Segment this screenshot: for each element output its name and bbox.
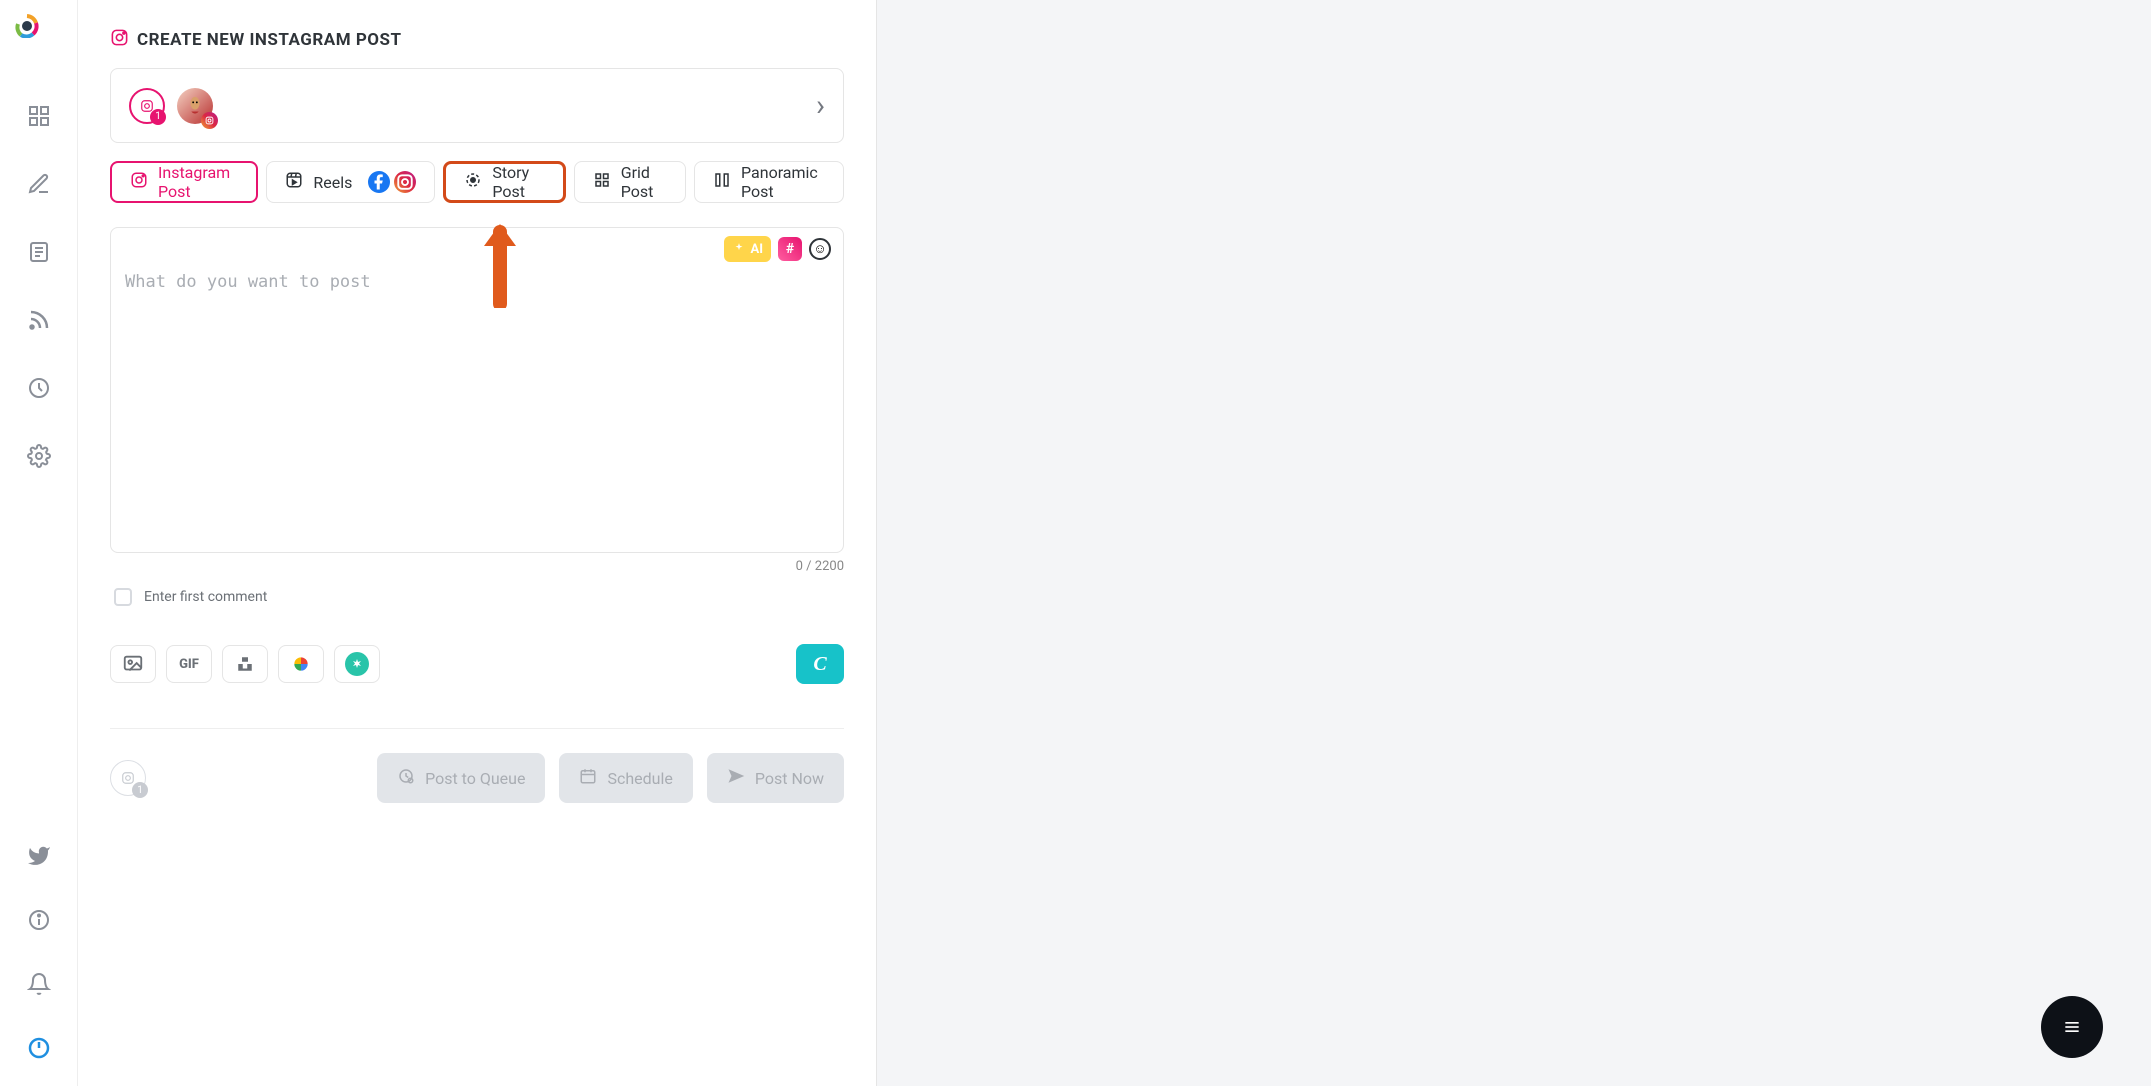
instagram-icon [394,171,416,193]
char-counter: 0 / 2200 [110,559,844,574]
account-selector[interactable]: 1 › [110,68,844,143]
page-title-text: CREATE NEW INSTAGRAM POST [137,30,402,50]
ai-label: AI [750,242,763,257]
button-label: Schedule [607,769,672,788]
emoji-button[interactable]: ☺ [809,238,831,260]
tab-instagram-post[interactable]: Instagram Post [110,161,258,203]
panorama-columns-icon [713,171,731,193]
instagram-icon [110,28,129,52]
sidebar-nav-top [27,104,51,472]
account-chip-2[interactable] [177,88,213,124]
compose-icon[interactable] [27,172,51,200]
clapperboard-icon [285,171,303,193]
media-gif-button[interactable]: GIF [166,645,212,683]
media-unsplash-button[interactable] [222,645,268,683]
dashboard-icon[interactable] [27,104,51,132]
media-google-photos-button[interactable] [278,645,324,683]
tab-reels-networks [368,171,416,193]
compose-box: AI # ☺ [110,227,844,553]
instagram-icon [130,171,148,193]
rss-icon[interactable] [27,308,51,336]
facebook-icon [368,171,390,193]
power-icon[interactable] [27,1036,51,1064]
compose-textarea[interactable] [125,240,829,520]
calendar-icon [579,767,597,789]
ai-button[interactable]: AI [724,236,771,262]
tab-story-post[interactable]: Story Post [443,161,565,203]
footer-buttons: Post to Queue Schedule Post Now [377,753,844,803]
account-2-instagram-badge [201,112,218,129]
first-comment-label: Enter first comment [144,589,267,605]
canva-button[interactable]: C [796,644,844,684]
grid-icon [593,171,611,193]
tab-label: Reels [313,173,352,192]
footer-bar: 1 Post to Queue Schedule Post Now [110,728,844,821]
tab-grid-post[interactable]: Grid Post [574,161,686,203]
analytics-icon[interactable] [27,376,51,404]
preview-column [877,0,2151,1086]
sidebar [0,0,78,1086]
tab-label: Story Post [492,163,544,201]
button-label: Post Now [755,769,824,788]
tab-label: Panoramic Post [741,163,825,201]
post-to-queue-button[interactable]: Post to Queue [377,753,545,803]
notifications-icon[interactable] [27,972,51,1000]
checkbox-icon [114,588,132,606]
menu-fab[interactable] [2041,996,2103,1058]
library-icon[interactable] [27,240,51,268]
tab-panoramic-post[interactable]: Panoramic Post [694,161,844,203]
page-title: CREATE NEW INSTAGRAM POST [110,28,844,52]
queue-account-indicator[interactable]: 1 [110,760,146,796]
media-image-button[interactable] [110,645,156,683]
compose-tools: AI # ☺ [724,236,831,262]
post-type-tabs: Instagram Post Reels Story Post Grid Pos… [110,161,844,203]
paper-plane-icon [727,767,745,789]
tab-reels[interactable]: Reels [266,161,435,203]
account-chip-1[interactable]: 1 [129,88,165,124]
account-chips: 1 [129,88,213,124]
story-circle-icon [464,171,482,193]
first-comment-toggle[interactable]: Enter first comment [114,588,844,606]
clock-queue-icon [397,767,415,789]
media-giphy-button[interactable] [334,645,380,683]
hashtag-button[interactable]: # [778,237,802,261]
info-icon[interactable] [27,908,51,936]
queue-badge: 1 [132,782,148,798]
sidebar-nav-bottom [27,844,51,1064]
tab-label: Grid Post [621,163,667,201]
account-1-badge: 1 [150,109,166,125]
main-column: CREATE NEW INSTAGRAM POST 1 › Instagram … [78,0,877,1086]
settings-icon[interactable] [27,444,51,472]
post-now-button[interactable]: Post Now [707,753,844,803]
twitter-icon[interactable] [27,844,51,872]
media-buttons: GIF C [110,644,844,684]
app-logo [15,14,63,62]
button-label: Post to Queue [425,769,525,788]
schedule-button[interactable]: Schedule [559,753,692,803]
chevron-right-icon[interactable]: › [816,88,825,123]
tab-label: Instagram Post [158,163,238,201]
